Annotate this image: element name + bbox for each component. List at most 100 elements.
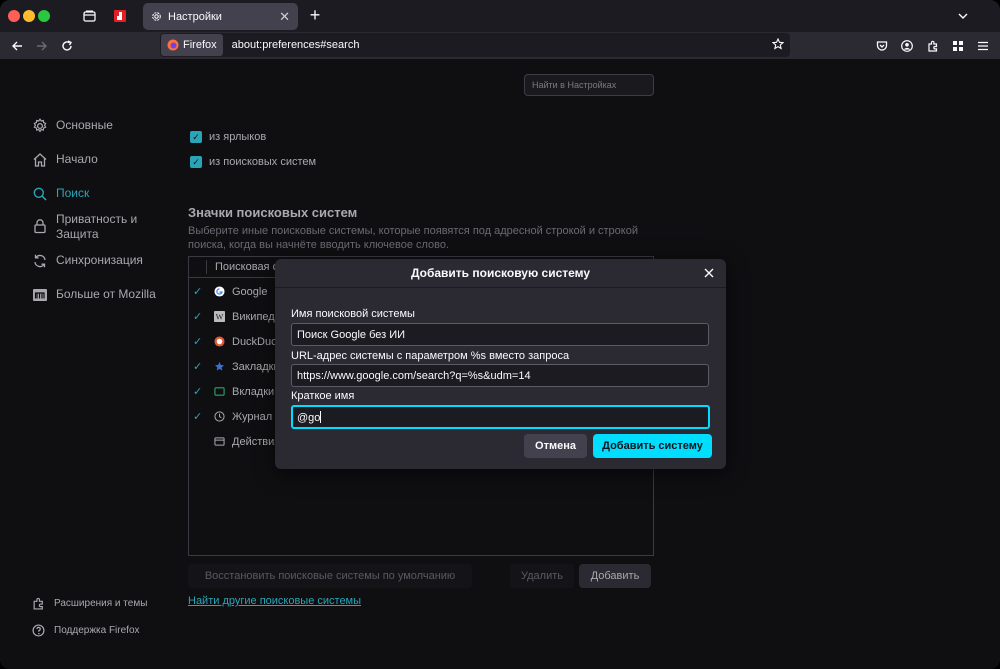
account-icon[interactable] — [896, 35, 918, 57]
google-icon — [213, 286, 225, 298]
sidebar-label-sync: Синхронизация — [56, 253, 143, 267]
apps-grid-icon[interactable] — [947, 35, 969, 57]
sidebar-extensions-link[interactable]: Расширения и темы — [32, 597, 147, 610]
extensions-icon[interactable] — [922, 35, 944, 57]
minimize-window-button[interactable] — [23, 10, 35, 22]
engine-alias-field[interactable]: @go — [291, 405, 710, 429]
search-settings-input[interactable]: Найти в Настройках — [524, 74, 654, 96]
sidebar-item-general[interactable]: Основные — [32, 118, 113, 134]
table-row[interactable]: ✓ Google — [189, 279, 267, 304]
tab-strip: Настройки ✕ + — [0, 0, 1000, 32]
sidebar-label-general: Основные — [56, 118, 113, 132]
sidebar-extensions-label: Расширения и темы — [54, 598, 148, 609]
sidebar-support-link[interactable]: Поддержка Firefox — [32, 624, 140, 637]
gear-icon — [152, 12, 161, 21]
table-row[interactable]: Действия — [189, 429, 280, 454]
svg-text:W: W — [215, 313, 223, 322]
lock-icon — [34, 219, 46, 234]
checkbox-shortcuts-label: из ярлыков — [209, 131, 267, 143]
duckduckgo-icon — [213, 336, 225, 348]
dialog-header: Добавить поисковую систему — [275, 259, 726, 288]
checkbox-search-engines-label: из поисковых систем — [209, 156, 317, 168]
enabled-check-icon[interactable]: ✓ — [191, 285, 211, 298]
home-icon — [33, 153, 47, 167]
engine-alias-label: Краткое имя — [291, 390, 355, 402]
pocket-icon[interactable] — [871, 35, 893, 57]
browser-window: Настройки ✕ + Firefox about:preferences#… — [0, 0, 1000, 669]
menu-icon[interactable] — [972, 35, 994, 57]
identity-box[interactable]: Firefox — [161, 34, 223, 56]
pinned-tab-icon[interactable] — [107, 4, 133, 28]
engine-url-label: URL-адрес системы с параметром %s вместо… — [291, 350, 570, 362]
checkbox-checked-icon[interactable]: ✓ — [190, 156, 202, 168]
checkbox-shortcuts[interactable]: ✓ из ярлыков — [190, 131, 266, 143]
enabled-check-icon[interactable]: ✓ — [191, 310, 211, 323]
puzzle-icon — [33, 597, 43, 610]
tab-close-icon[interactable]: ✕ — [279, 9, 290, 25]
forward-icon[interactable] — [31, 35, 53, 57]
engine-name: Google — [232, 285, 268, 298]
table-row[interactable]: ✓ Журнал — [189, 404, 272, 429]
table-row[interactable]: ✓ W Википеди — [189, 304, 281, 329]
search-icon — [33, 187, 47, 201]
remove-button[interactable]: Удалить — [510, 564, 574, 588]
firefox-logo-icon — [167, 39, 179, 51]
identity-label: Firefox — [183, 39, 217, 51]
tab-title: Настройки — [168, 10, 222, 23]
sidebar-item-home[interactable]: Начало — [32, 152, 98, 168]
table-row[interactable]: ✓ Вкладки — [189, 379, 274, 404]
list-all-tabs-icon[interactable] — [958, 8, 968, 22]
checkbox-search-engines[interactable]: ✓ из поисковых систем — [190, 156, 316, 168]
url-text[interactable]: about:preferences#search — [232, 39, 772, 51]
tab-settings[interactable]: Настройки ✕ — [143, 3, 298, 30]
enabled-check-icon[interactable]: ✓ — [191, 360, 211, 373]
find-more-engines-link[interactable]: Найти другие поисковые системы — [188, 595, 361, 607]
zoom-window-button[interactable] — [38, 10, 50, 22]
engine-name-label: Имя поисковой системы — [291, 308, 415, 320]
reload-icon[interactable] — [56, 35, 78, 57]
sync-icon — [34, 254, 46, 268]
history-icon — [213, 411, 225, 423]
enabled-check-icon[interactable]: ✓ — [191, 410, 211, 423]
table-row[interactable]: ✓ Закладки — [189, 354, 280, 379]
engine-name: Действия — [232, 435, 281, 448]
close-icon[interactable] — [701, 265, 717, 281]
engine-name-field[interactable]: Поиск Google без ИИ — [291, 323, 709, 346]
gear-icon — [33, 118, 47, 133]
star-icon — [213, 361, 225, 373]
enabled-check-icon[interactable]: ✓ — [191, 385, 211, 398]
restore-defaults-button[interactable]: Восстановить поисковые системы по умолча… — [188, 564, 472, 588]
sidebar-label-privacy: Приватность и Защита — [56, 212, 138, 241]
firefox-view-icon[interactable] — [76, 4, 102, 28]
table-row[interactable]: ✓ DuckDuck — [189, 329, 282, 354]
add-system-button[interactable]: Добавить систему — [593, 434, 712, 458]
new-tab-button[interactable]: + — [306, 6, 324, 26]
sidebar-label-search: Поиск — [56, 186, 90, 200]
enabled-check-icon[interactable]: ✓ — [191, 335, 211, 348]
actions-icon — [213, 436, 225, 448]
close-window-button[interactable] — [8, 10, 20, 22]
mozilla-icon — [33, 289, 47, 301]
checkbox-checked-icon[interactable]: ✓ — [190, 131, 202, 143]
bookmark-star-icon[interactable] — [771, 37, 785, 53]
engine-name: Вкладки — [232, 385, 275, 398]
engine-name: Википеди — [232, 310, 281, 323]
sidebar-item-privacy[interactable]: Приватность и Защита — [32, 212, 137, 242]
cancel-button[interactable]: Отмена — [524, 434, 587, 458]
sidebar-item-mozilla[interactable]: Больше от Mozilla — [32, 287, 156, 303]
engine-alias-value: @go — [297, 412, 321, 424]
section-description: Выберите иные поисковые системы, которые… — [188, 225, 638, 251]
engine-name: Закладки — [232, 360, 280, 373]
wikipedia-icon: W — [213, 311, 225, 323]
navigation-toolbar: Firefox about:preferences#search — [0, 32, 1000, 59]
column-header-engine[interactable]: Поисковая с — [215, 261, 278, 273]
text-caret — [320, 411, 322, 423]
help-icon — [32, 624, 45, 637]
engine-url-field[interactable]: https://www.google.com/search?q=%s&udm=1… — [291, 364, 709, 387]
column-divider — [206, 260, 207, 274]
sidebar-item-sync[interactable]: Синхронизация — [32, 253, 143, 269]
sidebar-item-search[interactable]: Поиск — [32, 186, 89, 202]
url-bar[interactable]: Firefox about:preferences#search — [160, 33, 790, 57]
back-icon[interactable] — [6, 35, 28, 57]
add-engine-button[interactable]: Добавить — [579, 564, 651, 588]
